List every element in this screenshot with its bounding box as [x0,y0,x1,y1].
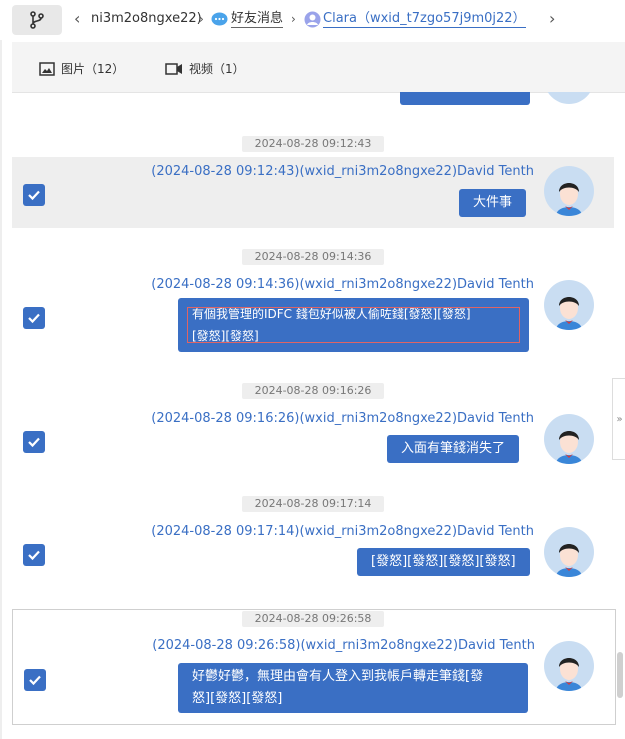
chat-bubble-icon [211,12,228,26]
message-bubble[interactable]: 好鬱好鬱，無理由會有人登入到我帳戶轉走筆錢[發 怒][發怒][發怒] [178,663,528,713]
message-bubble[interactable]: 有個我管理的IDFC 錢包好似被人偷咗錢[發怒][發怒] [發怒][發怒] [178,298,529,352]
message-header: (2024-08-28 09:17:14)(wxid_rni3m2o8ngxe2… [151,524,534,539]
message-checkbox[interactable] [23,431,45,453]
breadcrumb-contact-clara[interactable]: Clara（wxid_t7zgo57j9m0j22） [323,10,526,28]
breadcrumb-friend-messages-label: 好友消息 [231,11,284,28]
message-row[interactable]: (2024-08-28 09:16:26)(wxid_rni3m2o8ngxe2… [12,404,614,479]
avatar-icon [556,431,582,464]
branch-icon [30,11,44,29]
back-chevron-icon[interactable]: ‹ [74,9,80,29]
message-timestamp: 2024-08-28 09:16:26 [242,383,384,399]
avatar [544,414,594,464]
avatar-icon [556,544,582,577]
breadcrumb-contact-clara-label: Clara（wxid_t7zgo57j9m0j22） [323,11,526,28]
avatar-icon [556,297,582,330]
message-header: (2024-08-28 09:16:26)(wxid_rni3m2o8ngxe2… [151,411,534,426]
message-row-selected[interactable]: 2024-08-28 09:26:58 (2024-08-28 09:26:58… [12,609,616,725]
checkmark-icon [28,190,40,201]
message-text: 有個我管理的IDFC 錢包好似被人偷咗錢[發怒][發怒] [192,307,471,321]
checkmark-icon [28,313,40,324]
tab-images[interactable]: 图片（12） [39,60,124,77]
message-row[interactable]: (2024-08-28 09:12:43)(wxid_rni3m2o8ngxe2… [12,157,614,228]
message-header: (2024-08-28 09:26:58)(wxid_rni3m2o8ngxe2… [152,638,535,653]
avatar-icon [556,183,582,216]
expand-panel-button[interactable]: » [612,378,625,460]
double-chevron-right-icon: » [616,413,623,425]
breadcrumb-separator-icon: › [291,12,296,26]
message-checkbox[interactable] [23,544,45,566]
divider [0,40,2,739]
media-tabs: 图片（12） 视频（1） [12,42,625,93]
avatar [544,527,594,577]
message-timestamp: 2024-08-28 09:17:14 [242,496,384,512]
message-row[interactable]: (2024-08-28 09:14:36)(wxid_rni3m2o8ngxe2… [12,270,614,360]
message-bubble-partial [400,92,530,105]
message-checkbox[interactable] [23,307,45,329]
message-checkbox[interactable] [24,669,46,691]
scrollbar-thumb[interactable] [617,652,623,698]
message-text: [發怒][發怒] [192,329,259,343]
message-timestamp: 2024-08-28 09:12:43 [242,136,384,152]
message-timestamp: 2024-08-28 09:14:36 [242,249,384,265]
tab-images-label: 图片（12） [61,62,125,76]
message-header: (2024-08-28 09:12:43)(wxid_rni3m2o8ngxe2… [151,164,534,179]
checkmark-icon [29,675,41,686]
message-bubble[interactable]: 入面有筆錢消失了 [387,435,520,463]
avatar [544,166,594,216]
breadcrumb-bar: ‹ ni3m2o8ngxe22) › 好友消息 › Clara（wxid_t7z… [0,0,625,40]
checkmark-icon [28,437,40,448]
message-row[interactable]: (2024-08-28 09:17:14)(wxid_rni3m2o8ngxe2… [12,517,614,592]
tab-videos[interactable]: 视频（1） [165,60,245,77]
forward-chevron-icon[interactable]: › [549,9,555,29]
message-text: 入面有筆錢消失了 [401,441,506,456]
tab-videos-label: 视频（1） [189,62,245,76]
message-text: [發怒][發怒][發怒][發怒] [371,554,516,569]
video-icon [165,62,182,75]
message-text: 好鬱好鬱，無理由會有人登入到我帳戶轉走筆錢[發 [192,669,484,684]
avatar [544,92,594,104]
message-text: 怒][發怒][發怒] [192,691,283,706]
avatar-icon [556,658,582,691]
avatar [544,641,594,691]
branch-button[interactable] [12,5,62,35]
contact-avatar-icon [304,11,321,28]
breadcrumb-friend-messages[interactable]: 好友消息 [231,10,284,28]
message-text: 大件事 [473,195,513,210]
message-checkbox[interactable] [23,184,45,206]
avatar [544,280,594,330]
image-icon [39,61,55,76]
breadcrumb-contact[interactable]: ni3m2o8ngxe22) [91,10,202,28]
message-timestamp: 2024-08-28 09:26:58 [242,611,384,627]
breadcrumb-separator-icon: › [199,12,204,26]
checkmark-icon [28,550,40,561]
message-header: (2024-08-28 09:14:36)(wxid_rni3m2o8ngxe2… [151,277,534,292]
message-bubble[interactable]: 大件事 [459,189,527,217]
message-bubble[interactable]: [發怒][發怒][發怒][發怒] [357,548,530,576]
